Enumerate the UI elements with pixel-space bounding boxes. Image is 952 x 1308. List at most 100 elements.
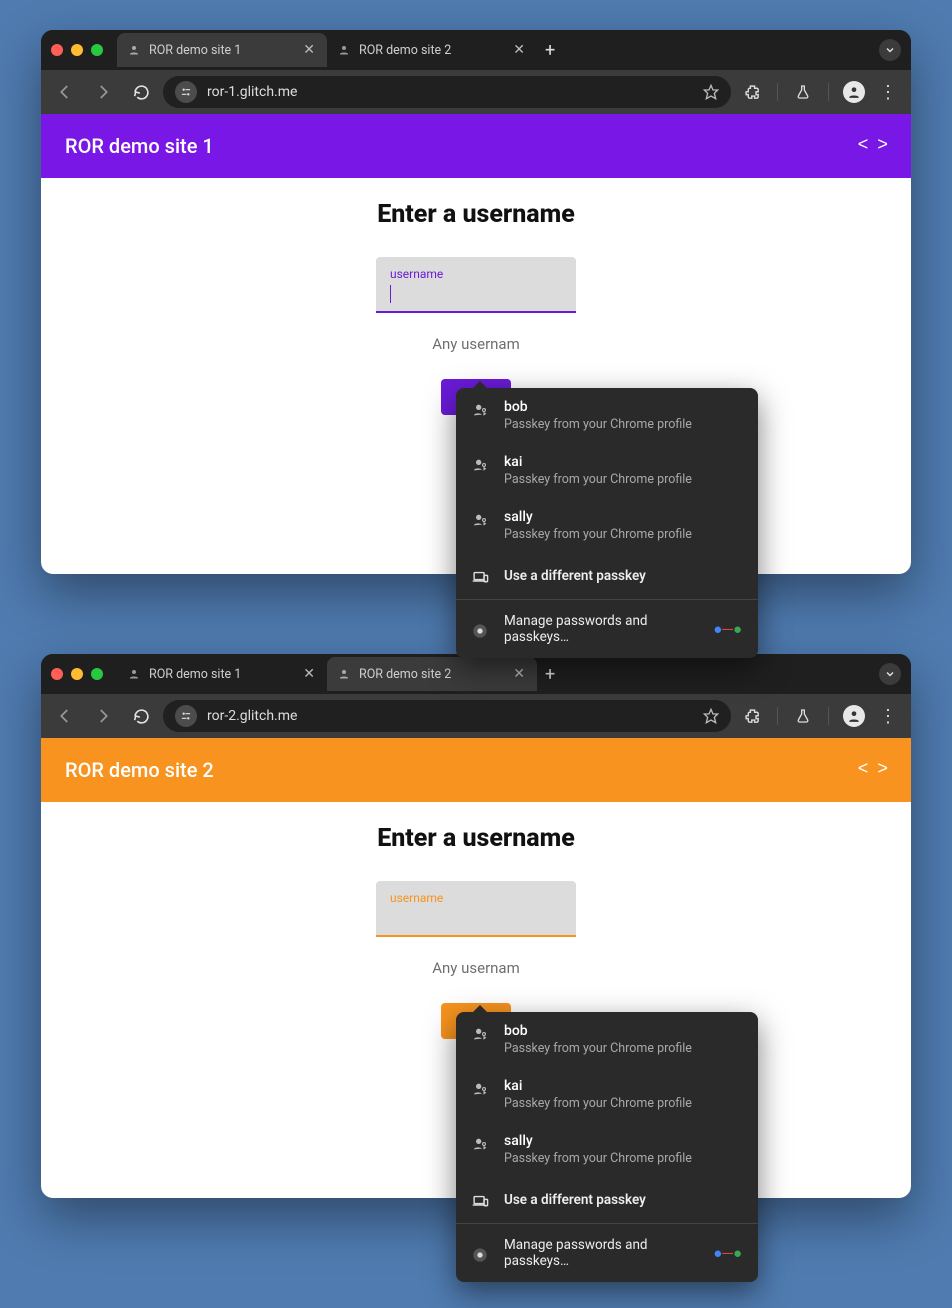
- passkey-option-kai[interactable]: kai Passkey from your Chrome profile: [456, 443, 758, 498]
- bookmark-star-icon[interactable]: [703, 708, 719, 724]
- forward-button[interactable]: [87, 76, 119, 108]
- manage-passwords[interactable]: Manage passwords and passkeys… ●─●: [456, 1223, 758, 1282]
- close-window-button[interactable]: [51, 668, 63, 680]
- new-tab-button[interactable]: +: [537, 664, 563, 685]
- tab-ror-demo-site-2[interactable]: ROR demo site 2 ✕: [327, 33, 537, 67]
- use-different-label: Use a different passkey: [504, 568, 646, 584]
- text-caret: [390, 285, 391, 303]
- maximize-window-button[interactable]: [91, 44, 103, 56]
- manage-passwords[interactable]: Manage passwords and passkeys… ●─●: [456, 599, 758, 658]
- google-key-icon: ●─●: [713, 620, 742, 638]
- passkey-source: Passkey from your Chrome profile: [504, 417, 692, 432]
- bookmark-star-icon[interactable]: [703, 84, 719, 100]
- forward-button[interactable]: [87, 700, 119, 732]
- app-header: ROR demo site 2 < >: [41, 738, 911, 802]
- field-label: username: [390, 267, 443, 281]
- passkey-option-sally[interactable]: sally Passkey from your Chrome profile: [456, 498, 758, 553]
- passkey-icon: [472, 454, 490, 473]
- page-heading: Enter a username: [377, 824, 575, 853]
- page-content: ROR demo site 1 < > Enter a username use…: [41, 114, 911, 574]
- passkey-name: kai: [504, 454, 692, 470]
- use-different-passkey[interactable]: Use a different passkey: [456, 1177, 758, 1223]
- address-bar[interactable]: ror-1.glitch.me: [163, 76, 731, 108]
- labs-icon[interactable]: [788, 708, 818, 724]
- passkey-name: bob: [504, 1023, 692, 1039]
- username-input[interactable]: [376, 257, 576, 313]
- tab-overflow-button[interactable]: [879, 39, 901, 61]
- google-key-icon: ●─●: [713, 1244, 742, 1262]
- close-tab-icon[interactable]: ✕: [301, 666, 317, 682]
- tab-ror-demo-site-1[interactable]: ROR demo site 1 ✕: [117, 33, 327, 67]
- field-label: username: [390, 891, 443, 905]
- minimize-window-button[interactable]: [71, 668, 83, 680]
- extensions-icon[interactable]: [737, 84, 767, 101]
- passkey-autofill-popup: bob Passkey from your Chrome profile kai…: [456, 388, 758, 658]
- profile-button[interactable]: [839, 705, 869, 727]
- username-input[interactable]: [376, 881, 576, 937]
- page-heading: Enter a username: [377, 200, 575, 229]
- site-settings-icon[interactable]: [175, 705, 197, 727]
- passkey-option-kai[interactable]: kai Passkey from your Chrome profile: [456, 1067, 758, 1122]
- tab-strip: ROR demo site 1 ✕ ROR demo site 2 ✕ +: [117, 657, 879, 691]
- passkey-source: Passkey from your Chrome profile: [504, 1096, 692, 1111]
- passkey-icon: [472, 1133, 490, 1152]
- labs-icon[interactable]: [788, 84, 818, 100]
- app-title: ROR demo site 1: [65, 134, 858, 158]
- tab-overflow-button[interactable]: [879, 663, 901, 685]
- passkey-option-bob[interactable]: bob Passkey from your Chrome profile: [456, 1012, 758, 1067]
- maximize-window-button[interactable]: [91, 668, 103, 680]
- passkey-icon: [472, 1023, 490, 1042]
- passkey-name: kai: [504, 1078, 692, 1094]
- passkey-icon: [472, 399, 490, 418]
- app-title: ROR demo site 2: [65, 758, 858, 782]
- use-different-passkey[interactable]: Use a different passkey: [456, 553, 758, 599]
- passkey-name: sally: [504, 1133, 692, 1149]
- helper-text: Any usernam: [432, 959, 520, 977]
- close-tab-icon[interactable]: ✕: [511, 42, 527, 58]
- menu-button[interactable]: ⋮: [873, 82, 903, 103]
- username-field-wrap: username: [376, 257, 576, 313]
- titlebar: ROR demo site 1 ✕ ROR demo site 2 ✕ +: [41, 654, 911, 694]
- close-tab-icon[interactable]: ✕: [511, 666, 527, 682]
- reload-button[interactable]: [125, 76, 157, 108]
- browser-window-1: ROR demo site 1 ✕ ROR demo site 2 ✕ +: [41, 30, 911, 574]
- username-field-wrap: username: [376, 881, 576, 937]
- passkey-icon: [127, 43, 141, 57]
- view-source-icon[interactable]: < >: [858, 136, 887, 156]
- device-icon: [472, 1190, 490, 1210]
- close-tab-icon[interactable]: ✕: [301, 42, 317, 58]
- titlebar: ROR demo site 1 ✕ ROR demo site 2 ✕ +: [41, 30, 911, 70]
- page-content: ROR demo site 2 < > Enter a username use…: [41, 738, 911, 1198]
- tab-ror-demo-site-2[interactable]: ROR demo site 2 ✕: [327, 657, 537, 691]
- back-button[interactable]: [49, 76, 81, 108]
- passkey-icon: [472, 509, 490, 528]
- toolbar-actions: ⋮: [737, 81, 903, 103]
- reload-button[interactable]: [125, 700, 157, 732]
- passkey-source: Passkey from your Chrome profile: [504, 1041, 692, 1056]
- minimize-window-button[interactable]: [71, 44, 83, 56]
- back-button[interactable]: [49, 700, 81, 732]
- avatar-icon: [843, 81, 865, 103]
- toolbar: ror-1.glitch.me ⋮: [41, 70, 911, 114]
- extensions-icon[interactable]: [737, 708, 767, 725]
- view-source-icon[interactable]: < >: [858, 760, 887, 780]
- helper-text: Any usernam: [432, 335, 520, 353]
- address-bar[interactable]: ror-2.glitch.me: [163, 700, 731, 732]
- site-settings-icon[interactable]: [175, 81, 197, 103]
- browser-window-2: ROR demo site 1 ✕ ROR demo site 2 ✕ +: [41, 654, 911, 1198]
- passkey-option-bob[interactable]: bob Passkey from your Chrome profile: [456, 388, 758, 443]
- passkey-option-sally[interactable]: sally Passkey from your Chrome profile: [456, 1122, 758, 1177]
- device-icon: [472, 566, 490, 586]
- window-controls: [51, 668, 103, 680]
- passkey-source: Passkey from your Chrome profile: [504, 527, 692, 542]
- passkey-source: Passkey from your Chrome profile: [504, 472, 692, 487]
- menu-button[interactable]: ⋮: [873, 706, 903, 727]
- close-window-button[interactable]: [51, 44, 63, 56]
- passkey-autofill-popup: bob Passkey from your Chrome profile kai…: [456, 1012, 758, 1282]
- profile-button[interactable]: [839, 81, 869, 103]
- new-tab-button[interactable]: +: [537, 40, 563, 61]
- tab-strip: ROR demo site 1 ✕ ROR demo site 2 ✕ +: [117, 33, 879, 67]
- tab-ror-demo-site-1[interactable]: ROR demo site 1 ✕: [117, 657, 327, 691]
- use-different-label: Use a different passkey: [504, 1192, 646, 1208]
- passkey-icon: [337, 43, 351, 57]
